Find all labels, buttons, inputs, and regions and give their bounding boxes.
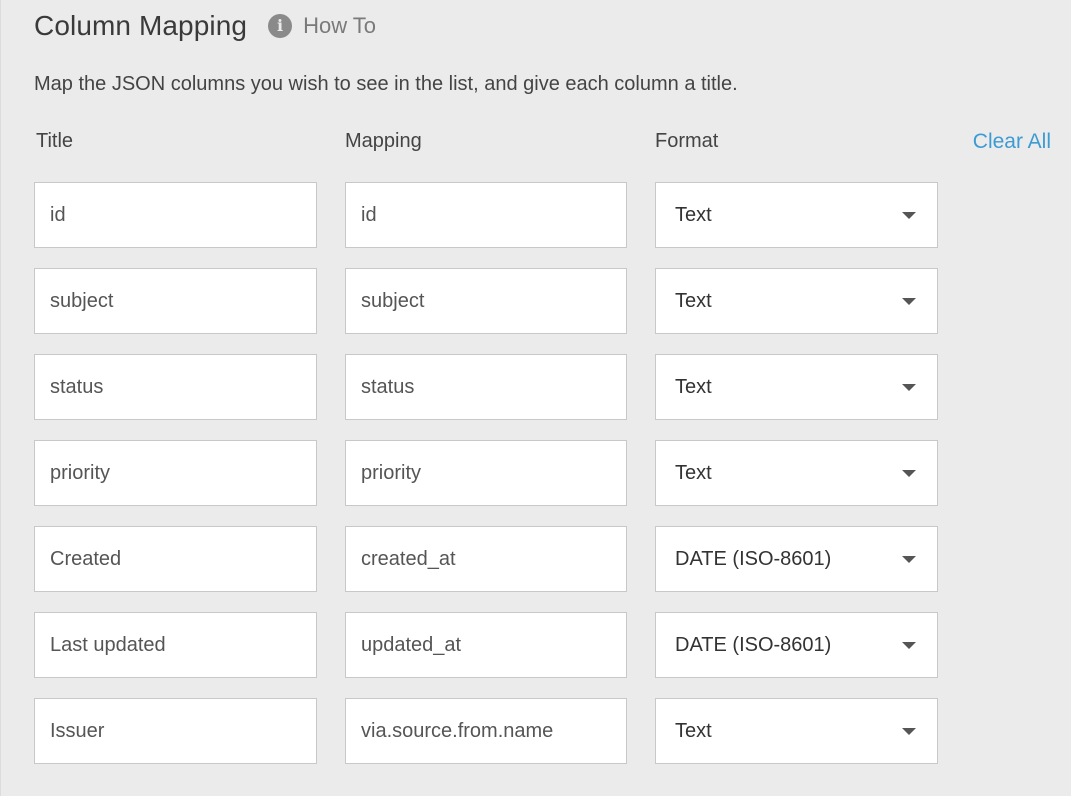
column-mapping-panel: Column Mapping i How To Map the JSON col…	[0, 0, 1071, 796]
chevron-down-icon	[902, 383, 916, 391]
mapping-input[interactable]	[345, 268, 627, 334]
mapping-input[interactable]	[345, 698, 627, 764]
chevron-down-icon	[902, 555, 916, 563]
mapping-row: DATE (ISO-8601)	[1, 612, 1071, 678]
how-to-link[interactable]: How To	[303, 13, 376, 39]
chevron-down-icon	[902, 727, 916, 735]
format-select[interactable]: Text	[655, 354, 938, 420]
format-select-value: Text	[675, 719, 712, 742]
title-input[interactable]	[34, 440, 317, 506]
format-select-value: DATE (ISO-8601)	[675, 547, 832, 570]
mapping-row: Text	[1, 440, 1071, 506]
format-column-header: Format	[655, 130, 719, 152]
info-icon[interactable]: i	[268, 14, 293, 38]
mapping-input[interactable]	[345, 440, 627, 506]
format-select-value: Text	[675, 375, 712, 398]
chevron-down-icon	[902, 211, 916, 219]
mapping-row: Text	[1, 698, 1071, 764]
format-select[interactable]: DATE (ISO-8601)	[655, 612, 938, 678]
title-input[interactable]	[34, 268, 317, 334]
chevron-down-icon	[902, 641, 916, 649]
title-input[interactable]	[34, 354, 317, 420]
mapping-input[interactable]	[345, 354, 627, 420]
description-text: Map the JSON columns you wish to see in …	[34, 73, 738, 95]
format-select[interactable]: Text	[655, 440, 938, 506]
format-select[interactable]: Text	[655, 182, 938, 248]
clear-all-link[interactable]: Clear All	[973, 130, 1051, 154]
title-input[interactable]	[34, 698, 317, 764]
section-header: Column Mapping i How To	[34, 6, 376, 46]
format-select-value: Text	[675, 461, 712, 484]
chevron-down-icon	[902, 297, 916, 305]
section-title: Column Mapping	[34, 10, 248, 41]
format-select-value: DATE (ISO-8601)	[675, 633, 832, 656]
mapping-row: Text	[1, 182, 1071, 248]
mapping-column-header: Mapping	[345, 130, 422, 152]
title-column-header: Title	[36, 130, 74, 152]
mapping-row: Text	[1, 354, 1071, 420]
mapping-row: Text	[1, 268, 1071, 334]
format-select-value: Text	[675, 203, 712, 226]
format-select[interactable]: Text	[655, 268, 938, 334]
title-input[interactable]	[34, 612, 317, 678]
mapping-input[interactable]	[345, 612, 627, 678]
format-select[interactable]: Text	[655, 698, 938, 764]
format-select[interactable]: DATE (ISO-8601)	[655, 526, 938, 592]
mapping-input[interactable]	[345, 526, 627, 592]
chevron-down-icon	[902, 469, 916, 477]
title-input[interactable]	[34, 182, 317, 248]
title-input[interactable]	[34, 526, 317, 592]
mapping-input[interactable]	[345, 182, 627, 248]
format-select-value: Text	[675, 289, 712, 312]
mapping-row: DATE (ISO-8601)	[1, 526, 1071, 592]
